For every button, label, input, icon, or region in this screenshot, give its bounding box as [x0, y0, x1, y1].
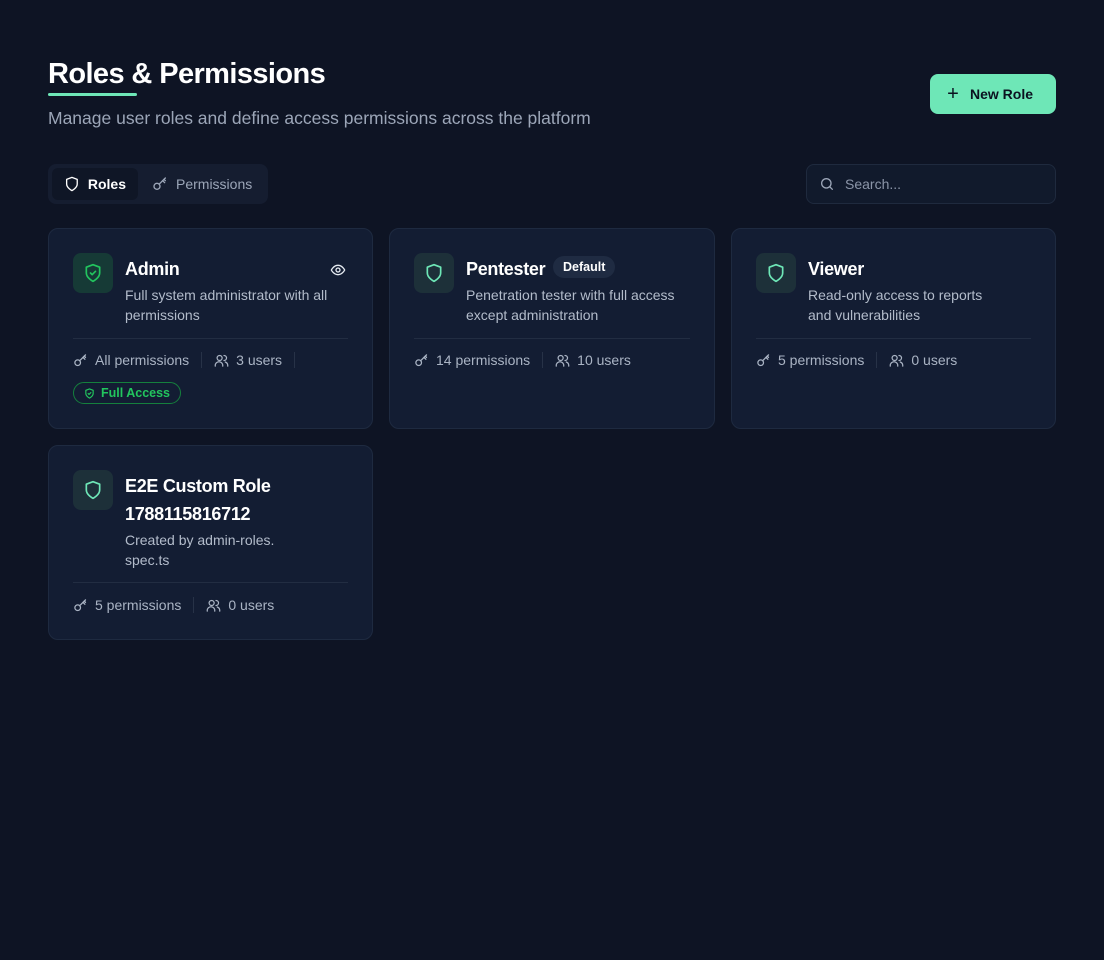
permissions-label: 5 permissions: [778, 352, 865, 368]
shield-check-icon: [85, 263, 101, 283]
stat-separator: [876, 352, 878, 368]
card-divider: [73, 338, 348, 339]
users-label: 3 users: [236, 352, 283, 368]
shield-icon: [85, 480, 101, 500]
full-access-badge: Full Access: [73, 382, 182, 404]
new-role-button[interactable]: + New Role: [930, 74, 1056, 114]
users-icon: [890, 354, 904, 367]
shield-icon: [768, 263, 784, 283]
role-description: Created by admin-roles.spec.ts: [125, 532, 275, 568]
page-subtitle: Manage user roles and define access perm…: [48, 108, 591, 128]
stat-separator: [294, 352, 296, 368]
role-stats: 5 permissions 0 users: [73, 595, 274, 615]
roles-permissions-page: Roles & Permissions Manage user roles an…: [0, 0, 1104, 960]
role-name: Admin: [125, 259, 180, 279]
role-description: Full system administrator with all permi…: [125, 287, 328, 323]
card-divider: [73, 582, 348, 583]
permissions-count: 5 permissions: [73, 597, 181, 613]
role-name: Pentester: [466, 259, 546, 279]
page-title: Roles & Permissions: [48, 58, 326, 90]
tab-roles[interactable]: Roles: [52, 168, 138, 200]
permissions-count: 5 permissions: [756, 352, 864, 368]
role-name: Viewer: [808, 259, 864, 279]
users-count: 3 users: [214, 352, 282, 368]
title-underline: [48, 93, 137, 96]
users-icon: [555, 354, 570, 367]
key-icon: [415, 353, 428, 366]
key-icon: [153, 177, 166, 190]
role-icon: [756, 253, 796, 293]
card-divider: [414, 338, 690, 339]
users-label: 10 users: [577, 352, 631, 368]
card-divider: [756, 338, 1031, 339]
role-icon: [73, 253, 113, 293]
stat-separator: [542, 352, 544, 368]
users-icon: [214, 354, 229, 367]
permissions-label: 5 permissions: [95, 597, 182, 613]
permissions-count: All permissions: [73, 352, 189, 368]
search-icon: [821, 178, 833, 190]
shield-icon: [426, 263, 442, 283]
users-count: 10 users: [555, 352, 631, 368]
role-icon: [73, 470, 113, 510]
key-icon: [757, 353, 770, 366]
role-stats: 14 permissions 10 users: [414, 350, 631, 370]
permissions-count: 14 permissions: [414, 352, 530, 368]
stat-separator: [193, 597, 195, 613]
plus-icon: +: [947, 83, 959, 105]
users-label: 0 users: [228, 597, 275, 613]
role-card-pentester[interactable]: Pentester Default Penetration tester wit…: [389, 228, 715, 429]
shield-check-icon: [85, 387, 94, 399]
role-card-e2e-custom[interactable]: E2E Custom Role 1788115816712 Created by…: [48, 445, 373, 640]
role-stats: 5 permissions 0 users: [756, 350, 957, 370]
key-icon: [74, 353, 87, 366]
users-count: 0 users: [889, 352, 957, 368]
full-access-label: Full Access: [101, 386, 171, 400]
new-role-label: New Role: [970, 86, 1034, 102]
permissions-label: 14 permissions: [436, 352, 531, 368]
tab-permissions[interactable]: Permissions: [140, 168, 264, 200]
role-stats: All permissions 3 users: [73, 350, 307, 370]
users-icon: [207, 599, 221, 612]
users-label: 0 users: [911, 352, 958, 368]
role-card-viewer[interactable]: Viewer Read-only access to reports and v…: [731, 228, 1056, 429]
tab-permissions-label: Permissions: [176, 176, 253, 192]
view-tabs: Roles Permissions: [48, 164, 268, 204]
role-description: Penetration tester with full access exce…: [466, 287, 675, 323]
search-input[interactable]: [845, 176, 1035, 192]
role-name: E2E Custom Role 1788115816712: [125, 476, 271, 524]
role-card-admin[interactable]: Admin Full system administrator with all…: [48, 228, 373, 429]
tab-roles-label: Roles: [87, 176, 126, 192]
users-count: 0 users: [206, 597, 274, 613]
search-box: [806, 164, 1056, 204]
role-description: Read-only access to reports and vulnerab…: [808, 287, 983, 323]
stat-separator: [201, 352, 203, 368]
default-badge: Default: [553, 256, 616, 278]
key-icon: [74, 598, 87, 611]
permissions-label: All permissions: [95, 352, 190, 368]
role-icon: [414, 253, 454, 293]
shield-icon: [65, 176, 78, 192]
view-role-button[interactable]: [329, 261, 347, 279]
eye-icon: [330, 264, 346, 276]
